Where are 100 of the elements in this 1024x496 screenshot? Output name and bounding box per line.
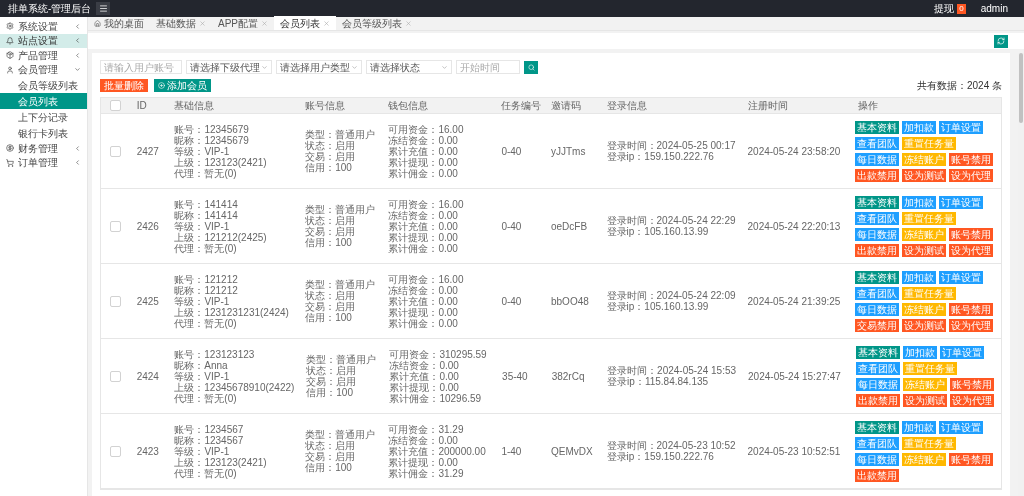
cell-text: 35-40 xyxy=(502,370,528,382)
row-action-button[interactable]: 加扣款 xyxy=(902,195,937,209)
select-field[interactable]: 请选择用户类型 xyxy=(276,60,362,74)
row-action-button[interactable]: 重置任务量 xyxy=(902,211,957,225)
row-action-button[interactable]: 账号禁用 xyxy=(949,152,994,166)
row-action-button[interactable]: 订单设置 xyxy=(939,120,984,134)
checkbox[interactable] xyxy=(110,145,122,157)
checkbox[interactable] xyxy=(110,100,122,111)
row-action-button[interactable]: 出款禁用 xyxy=(855,168,900,182)
checkbox[interactable] xyxy=(110,370,122,382)
row-action-button[interactable]: 设为测试 xyxy=(902,168,947,182)
row-action-button[interactable]: 查看团队 xyxy=(855,211,900,225)
row-action-button[interactable]: 每日数据 xyxy=(855,152,900,166)
cell-text: 冻结资金：0.00 xyxy=(388,209,459,221)
row-action-button[interactable]: 查看团队 xyxy=(855,361,900,375)
sidebar-item[interactable]: 订单管理 xyxy=(0,155,87,170)
row-action-button[interactable]: 重置任务量 xyxy=(902,286,957,300)
cell-text: QEMvDX xyxy=(551,445,593,457)
account-input[interactable]: 请输入用户账号 xyxy=(100,60,182,74)
header-link[interactable]: 提现 xyxy=(934,1,955,16)
row-action-button[interactable]: 账号禁用 xyxy=(949,227,994,241)
row-action-button[interactable]: 冻结账户 xyxy=(902,452,947,466)
row-action-button[interactable]: 设为代理 xyxy=(949,318,994,332)
row-action-button[interactable]: 出款禁用 xyxy=(855,468,900,482)
menu-button[interactable] xyxy=(96,2,110,15)
row-action-button[interactable]: 每日数据 xyxy=(855,377,900,391)
row-action-button[interactable]: 冻结账户 xyxy=(902,377,947,391)
sidebar-item[interactable]: 产品管理 xyxy=(0,48,87,63)
row-action-button[interactable]: 重置任务量 xyxy=(902,361,957,375)
row-action-button[interactable]: 查看团队 xyxy=(855,136,900,150)
sidebar-item[interactable]: 系统设置 xyxy=(0,19,87,34)
row-action-button[interactable]: 交易禁用 xyxy=(855,318,900,332)
row-action-button[interactable]: 账号禁用 xyxy=(949,377,994,391)
row-action-button[interactable]: 设为测试 xyxy=(902,318,947,332)
action-button[interactable]: 批量删除 xyxy=(100,79,148,92)
tab[interactable]: 会员列表 xyxy=(274,16,336,30)
row-action-button[interactable]: 设为代理 xyxy=(949,168,994,182)
row-action-button[interactable]: 订单设置 xyxy=(939,345,984,359)
row-action-button[interactable]: 设为代理 xyxy=(949,243,994,257)
row-action-button[interactable]: 设为代理 xyxy=(949,393,994,407)
sidebar-item[interactable]: 站点设置 xyxy=(0,33,87,48)
tab[interactable]: 会员等级列表 xyxy=(336,16,418,30)
row-action-button[interactable]: 查看团队 xyxy=(855,286,900,300)
row-action-button[interactable]: 账号禁用 xyxy=(949,302,994,316)
cell-text: 2024-05-24 15:27:47 xyxy=(748,370,841,382)
row-action-button[interactable]: 冻结账户 xyxy=(902,227,947,241)
row-action-button[interactable]: 每日数据 xyxy=(855,302,900,316)
row-action-button[interactable]: 设为测试 xyxy=(902,393,947,407)
row-action-button[interactable]: 账号禁用 xyxy=(949,452,994,466)
cell-text: 账号：141414 xyxy=(174,198,239,210)
cell-text: 交易：启用 xyxy=(305,301,357,312)
sidebar-item[interactable]: 财务管理 xyxy=(0,141,87,156)
sidebar-item[interactable]: 会员管理 xyxy=(0,62,87,77)
tab[interactable]: 我的桌面 xyxy=(88,16,150,30)
row-action-button[interactable]: 加扣款 xyxy=(902,270,937,284)
row-action-button[interactable]: 基本资料 xyxy=(855,195,900,209)
row-action-button[interactable]: 基本资料 xyxy=(855,270,900,284)
checkbox[interactable] xyxy=(110,295,122,307)
row-action-button[interactable]: 重置任务量 xyxy=(902,436,957,450)
tab[interactable]: 基础数据 xyxy=(150,16,212,30)
row-action-button[interactable]: 重置任务量 xyxy=(902,136,957,150)
row-action-button[interactable]: 基本资料 xyxy=(855,120,900,134)
refresh-button[interactable] xyxy=(994,34,1008,48)
cell-text: 状态：启用 xyxy=(305,215,357,226)
sidebar-subitem[interactable]: 银行卡列表 xyxy=(0,125,87,141)
cell-text: 2427 xyxy=(136,145,159,157)
cell-text: 累计佣金：31.29 xyxy=(388,467,465,479)
row-action-button[interactable]: 加扣款 xyxy=(902,420,937,434)
row-action-button[interactable]: 订单设置 xyxy=(939,420,984,434)
row-action-button[interactable]: 基本资料 xyxy=(855,420,900,434)
sidebar-subitem[interactable]: 会员列表 xyxy=(0,93,87,109)
row-action-button[interactable]: 出款禁用 xyxy=(855,243,900,257)
row-action-button[interactable]: 基本资料 xyxy=(855,345,900,359)
row-action-button[interactable]: 加扣款 xyxy=(902,345,937,359)
row-action-button[interactable]: 出款禁用 xyxy=(855,393,900,407)
sidebar-subitem[interactable]: 上下分记录 xyxy=(0,109,87,125)
row-action-button[interactable]: 订单设置 xyxy=(939,270,984,284)
date-input[interactable]: 开始时间 xyxy=(456,60,520,74)
select-field[interactable]: 请选择下级代理 xyxy=(186,60,272,74)
row-action-button[interactable]: 查看团队 xyxy=(855,436,900,450)
search-icon xyxy=(527,63,535,71)
row-action-button[interactable]: 设为测试 xyxy=(902,243,947,257)
checkbox[interactable] xyxy=(110,445,122,457)
select-field[interactable]: 请选择状态 xyxy=(366,60,452,74)
user-menu[interactable]: admin xyxy=(980,1,1008,16)
sidebar-subitem[interactable]: 会员等级列表 xyxy=(0,77,87,93)
row-action-button[interactable]: 每日数据 xyxy=(855,227,900,241)
sidebar-icon xyxy=(6,158,14,167)
row-action-button[interactable]: 每日数据 xyxy=(855,452,900,466)
action-button[interactable]: 添加会员 xyxy=(154,79,211,92)
row-action-button[interactable]: 冻结账户 xyxy=(902,302,947,316)
row-action-button[interactable]: 冻结账户 xyxy=(902,152,947,166)
checkbox[interactable] xyxy=(110,220,122,232)
row-action-button[interactable]: 订单设置 xyxy=(939,195,984,209)
row-action-button[interactable]: 加扣款 xyxy=(902,120,937,134)
search-button[interactable] xyxy=(524,60,538,74)
cell-text: 类型：普通用户 xyxy=(305,129,377,140)
cell-text: 账号：12345679 xyxy=(174,123,250,135)
cell-text: 昵称：141414 xyxy=(174,209,239,221)
tab[interactable]: APP配置 xyxy=(212,16,274,30)
